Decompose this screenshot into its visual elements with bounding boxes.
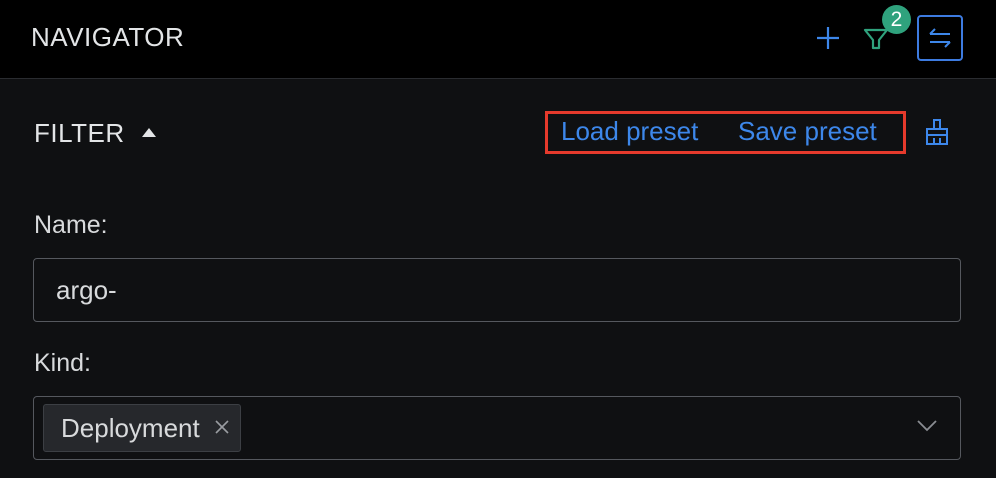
navigator-title: NAVIGATOR — [31, 22, 185, 52]
swap-arrows-icon — [929, 28, 951, 48]
name-field-label: Name: — [34, 211, 108, 239]
close-icon[interactable] — [214, 419, 230, 435]
swap-view-button[interactable] — [917, 15, 963, 61]
name-input[interactable] — [56, 259, 936, 321]
kind-chip-label: Deployment — [61, 413, 200, 443]
broom-icon — [926, 119, 948, 145]
name-input-wrapper — [33, 258, 961, 322]
load-preset-link[interactable]: Load preset — [561, 116, 698, 147]
kind-field-label: Kind: — [34, 349, 91, 377]
chevron-down-icon[interactable] — [916, 419, 938, 433]
navigator-header: NAVIGATOR 2 — [0, 0, 996, 79]
caret-up-icon[interactable] — [142, 128, 156, 137]
clear-filter-button[interactable] — [924, 118, 950, 146]
filter-section-heading[interactable]: FILTER — [34, 118, 125, 149]
kind-select[interactable]: Deployment — [33, 396, 961, 460]
kind-chip: Deployment — [43, 404, 241, 452]
filter-count-badge: 2 — [882, 5, 911, 34]
plus-icon — [817, 27, 839, 49]
save-preset-link[interactable]: Save preset — [738, 116, 877, 147]
add-button[interactable] — [814, 24, 842, 52]
